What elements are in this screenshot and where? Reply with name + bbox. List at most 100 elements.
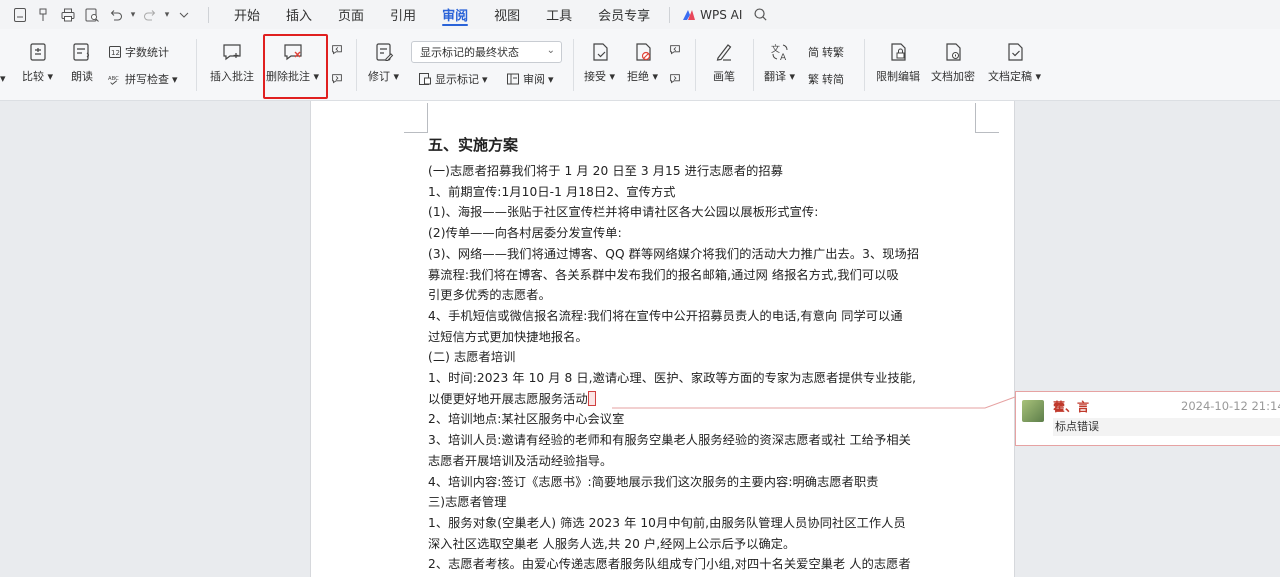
avatar xyxy=(1022,400,1044,422)
to-traditional-button[interactable]: 简 转繁 xyxy=(808,44,844,60)
tab-page[interactable]: 页面 xyxy=(325,0,377,29)
spell-check-button[interactable]: ABC 拼写检查 ▾ xyxy=(108,71,178,87)
next-change-button[interactable] xyxy=(668,72,682,86)
insert-comment-label: 插入批注 xyxy=(210,70,254,83)
highlight-box xyxy=(263,34,328,99)
word-count-button[interactable]: 12 字数统计 xyxy=(108,44,169,60)
spell-check-label: 拼写检查 xyxy=(125,73,169,86)
restrict-edit-icon xyxy=(885,39,911,65)
compare-label: 比较 xyxy=(22,70,44,83)
restrict-edit-button[interactable]: 限制编辑 xyxy=(876,39,920,84)
previous-comment-button[interactable] xyxy=(330,43,344,57)
track-changes-button[interactable]: 修订 ▾ xyxy=(368,39,399,84)
next-change-icon xyxy=(670,74,680,84)
section-heading: 五、实施方案 xyxy=(428,136,519,154)
wps-ai-button[interactable]: WPS AI xyxy=(676,8,748,22)
tab-home[interactable]: 开始 xyxy=(221,0,273,29)
undo-dropdown-icon[interactable]: ▾ xyxy=(128,10,138,20)
print-preview-icon[interactable] xyxy=(80,3,104,27)
search-icon[interactable] xyxy=(748,3,772,27)
comment-card[interactable]: 藿、言 2024-10-12 21:14 标点错误 xyxy=(1015,391,1280,446)
paragraph-line: (一)志愿者招募我们将于 1 月 20 日至 3 月15 进行志愿者的招募 xyxy=(428,164,783,178)
markup-state-value: 显示标记的最终状态 xyxy=(420,46,519,59)
page-corner-mark xyxy=(975,103,999,133)
next-comment-button[interactable] xyxy=(330,72,344,86)
redo-icon[interactable] xyxy=(138,3,162,27)
svg-text:12: 12 xyxy=(111,49,120,57)
tab-insert[interactable]: 插入 xyxy=(273,0,325,29)
paragraph-line: 2、志愿者考核。由爱心传递志愿者服务队组成专门小组,对四十名关爱空巢老 人的志愿… xyxy=(428,557,911,572)
divider xyxy=(669,6,671,23)
svg-text:文: 文 xyxy=(771,43,780,55)
read-aloud-icon xyxy=(69,39,95,65)
traditional-icon: 简 xyxy=(808,46,819,59)
accept-label: 接受 xyxy=(584,70,606,83)
comment-text[interactable]: 标点错误 xyxy=(1053,418,1280,436)
previous-change-button[interactable] xyxy=(668,43,682,57)
translate-label: 翻译 xyxy=(764,70,786,83)
finalize-doc-button[interactable]: 文档定稿 ▾ xyxy=(988,39,1041,84)
spell-check-icon: ABC xyxy=(108,76,119,85)
divider xyxy=(573,39,574,91)
divider xyxy=(196,39,197,91)
format-painter-icon[interactable] xyxy=(32,3,56,27)
translate-icon: 文A xyxy=(767,39,793,65)
divider xyxy=(208,6,209,23)
read-aloud-label: 朗读 xyxy=(71,70,93,83)
reject-button[interactable]: 拒绝 ▾ xyxy=(627,39,658,84)
comment-anchor-mark[interactable] xyxy=(587,390,596,406)
tab-member[interactable]: 会员专享 xyxy=(585,0,663,29)
paragraph-line: 志愿者开展培训及活动经验指导。 xyxy=(428,453,613,468)
paragraph-line: 三)志愿者管理 xyxy=(428,495,507,510)
compare-button[interactable]: 比较 ▾ xyxy=(22,39,53,84)
menu-tabs: 开始 插入 页面 引用 审阅 视图 工具 会员专享 xyxy=(221,0,663,29)
tab-review[interactable]: 审阅 xyxy=(429,0,481,29)
tab-references[interactable]: 引用 xyxy=(377,0,429,29)
markup-state-select[interactable]: 显示标记的最终状态 ⌄ xyxy=(411,41,562,63)
track-changes-icon xyxy=(371,39,397,65)
undo-icon[interactable] xyxy=(104,3,128,27)
track-changes-label: 修订 xyxy=(368,70,390,83)
encrypt-doc-label: 文档加密 xyxy=(931,70,975,83)
paragraph-line: 深入社区选取空巢老 人服务人选,共 20 户,经网上公示后予以确定。 xyxy=(428,536,796,551)
to-simplified-button[interactable]: 繁 转简 xyxy=(808,71,844,87)
chevron-down-icon: ⌄ xyxy=(546,45,555,56)
pen-button[interactable]: 画笔 xyxy=(711,39,737,84)
ribbon-toolbar: ▾ 比较 ▾ 朗读 12 字数统计 ABC 拼写检查 ▾ 插入批注 删除批注 ▾ xyxy=(0,29,1280,129)
translate-button[interactable]: 文A 翻译 ▾ xyxy=(764,39,795,84)
review-pane-button[interactable]: 审阅 ▾ xyxy=(506,71,554,87)
wps-ai-label: WPS AI xyxy=(700,7,743,22)
redo-dropdown-icon[interactable]: ▾ xyxy=(162,10,172,20)
reject-label: 拒绝 xyxy=(627,70,649,83)
previous-change-icon xyxy=(670,45,680,55)
commented-text: 以便更好地开展志愿服务活动 xyxy=(428,391,588,406)
read-aloud-button[interactable]: 朗读 xyxy=(69,39,95,84)
pen-label: 画笔 xyxy=(713,70,735,83)
print-icon[interactable] xyxy=(56,3,80,27)
page-corner-mark xyxy=(404,103,428,133)
paragraph-line: 引更多优秀的志愿者。 xyxy=(428,288,551,303)
tab-view[interactable]: 视图 xyxy=(481,0,533,29)
tab-tools[interactable]: 工具 xyxy=(533,0,585,29)
prev-dropdown-icon[interactable]: ▾ xyxy=(0,72,6,85)
paragraph-line: 1、时间:2023 年 10 月 8 日,邀请心理、医护、家政等方面的专家为志愿… xyxy=(428,371,917,386)
divider xyxy=(356,39,357,91)
menu-bar: ▾ ▾ 开始 插入 页面 引用 审阅 视图 工具 会员专享 WPS AI xyxy=(0,0,1280,29)
more-chevron-icon[interactable] xyxy=(172,3,196,27)
previous-comment-icon xyxy=(332,45,342,55)
pen-icon xyxy=(711,39,737,65)
encrypt-doc-button[interactable]: 文档加密 xyxy=(931,39,975,84)
simplified-icon: 繁 xyxy=(808,73,819,86)
review-pane-label: 审阅 xyxy=(523,73,545,86)
file-icon[interactable] xyxy=(8,3,32,27)
insert-comment-button[interactable]: 插入批注 xyxy=(210,39,254,84)
accept-button[interactable]: 接受 ▾ xyxy=(584,39,615,84)
document-content[interactable]: 五、实施方案 (一)志愿者招募我们将于 1 月 20 日至 3 月15 进行志愿… xyxy=(428,134,980,575)
to-traditional-label: 转繁 xyxy=(822,46,844,59)
show-markup-button[interactable]: 显示标记 ▾ xyxy=(418,71,488,87)
paragraph-line: 1、前期宣传:1月10日-1 月18日2、宣传方式 xyxy=(428,184,676,199)
finalize-doc-label: 文档定稿 xyxy=(988,70,1032,83)
word-count-icon: 12 xyxy=(109,46,121,58)
wps-ai-logo-icon xyxy=(683,9,696,20)
reject-icon xyxy=(630,39,656,65)
